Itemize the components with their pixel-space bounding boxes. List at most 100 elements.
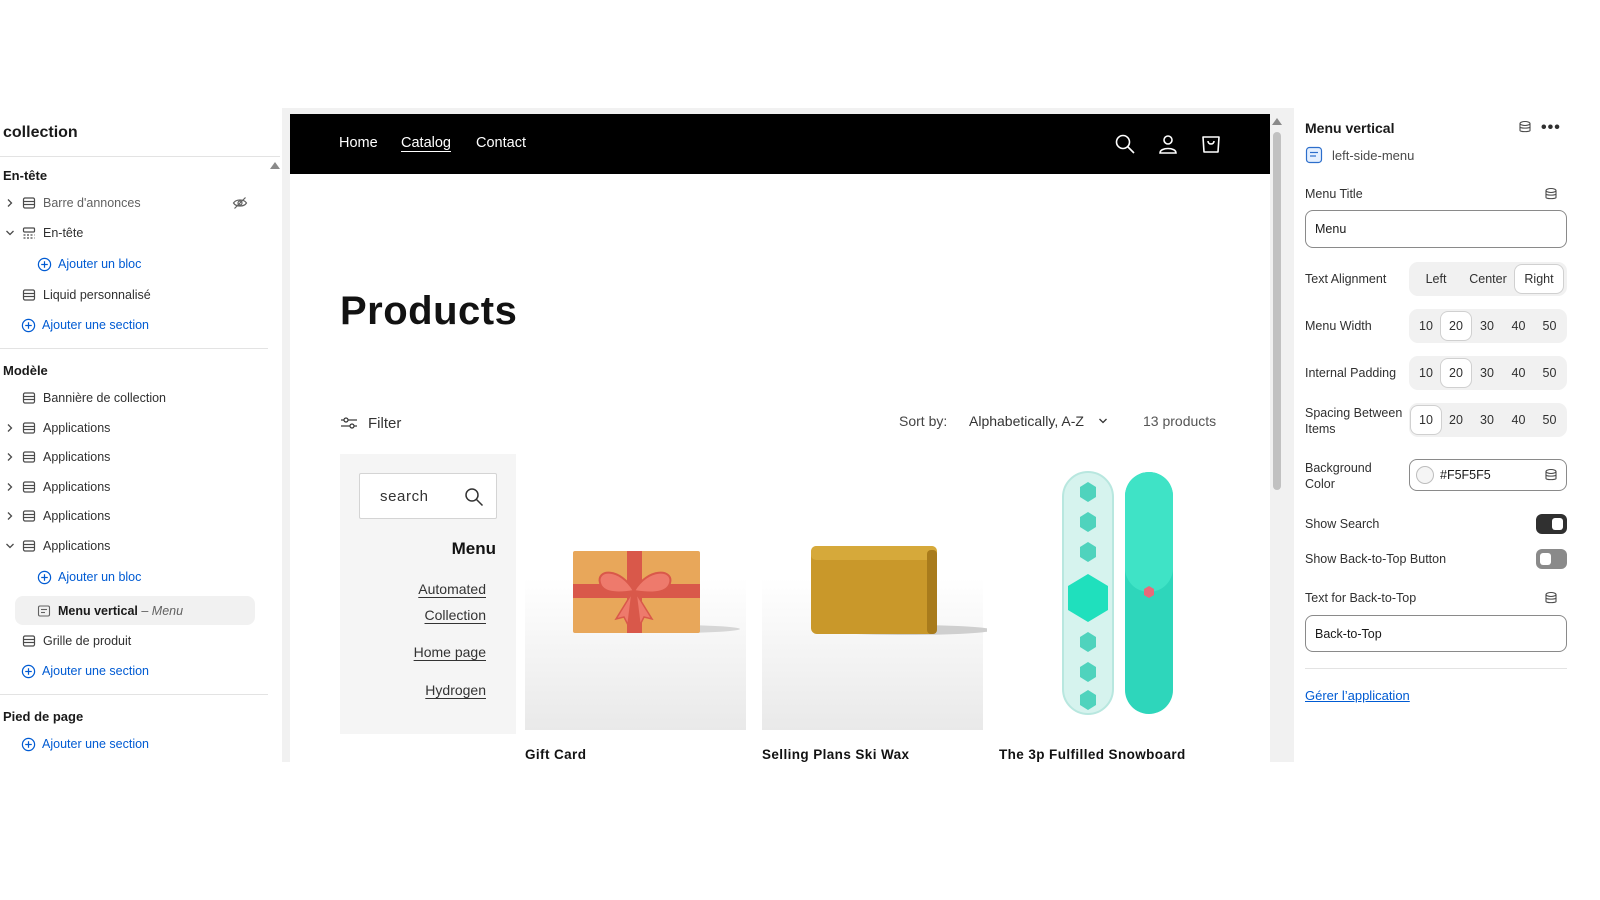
block-settings-panel: Menu vertical ••• left-side-menu Menu Ti… <box>1294 110 1600 762</box>
menu-title: Menu <box>451 539 496 558</box>
toggle-knob <box>1540 553 1551 565</box>
section-label: En-tête <box>43 226 84 240</box>
align-left-option[interactable]: Left <box>1411 265 1461 293</box>
product-card-ski-wax[interactable] <box>762 454 987 730</box>
search-icon[interactable] <box>464 487 484 507</box>
add-block-button[interactable]: Ajouter un bloc <box>0 564 270 590</box>
width-option[interactable]: 30 <box>1471 312 1503 340</box>
section-apps[interactable]: Applications <box>0 503 270 529</box>
dynamic-source-icon[interactable] <box>1518 120 1532 134</box>
section-collection-banner[interactable]: Bannière de collection <box>0 385 270 411</box>
bg-color-picker[interactable]: #F5F5F5 <box>1409 459 1567 491</box>
internal-padding-label: Internal Padding <box>1305 366 1397 380</box>
menu-search-input[interactable]: search <box>359 473 497 519</box>
sort-label: Sort by: <box>899 413 948 429</box>
spacing-option[interactable]: 40 <box>1503 406 1534 434</box>
section-product-grid[interactable]: Grille de produit <box>0 628 270 654</box>
chevron-down-icon[interactable] <box>5 541 15 551</box>
menu-link-home-page[interactable]: Home page <box>414 639 486 665</box>
spacing-option[interactable]: 10 <box>1411 406 1441 434</box>
add-section-button[interactable]: Ajouter une section <box>0 731 270 757</box>
dynamic-source-icon[interactable] <box>1544 187 1558 201</box>
scroll-up-icon[interactable] <box>1272 118 1282 125</box>
padding-option[interactable]: 20 <box>1441 359 1471 387</box>
add-block-button[interactable]: Ajouter un bloc <box>0 251 270 277</box>
search-icon[interactable] <box>1114 133 1136 155</box>
nav-link-home[interactable]: Home <box>339 135 378 151</box>
plus-circle-icon <box>37 570 52 584</box>
chevron-down-icon[interactable] <box>5 228 15 238</box>
section-apps[interactable]: Applications <box>0 444 270 470</box>
sort-select[interactable]: Alphabetically, A-Z <box>969 413 1084 429</box>
chevron-right-icon[interactable] <box>5 482 15 492</box>
dynamic-source-icon[interactable] <box>1544 468 1558 482</box>
nav-link-catalog[interactable]: Catalog <box>401 135 451 151</box>
chevron-right-icon[interactable] <box>5 511 15 521</box>
spacing-label: Spacing Between Items <box>1305 406 1403 436</box>
filter-button[interactable]: Filter <box>340 414 401 432</box>
padding-option[interactable]: 50 <box>1534 359 1565 387</box>
color-swatch[interactable] <box>1416 466 1434 484</box>
section-apps-expanded[interactable]: Applications <box>0 533 270 559</box>
align-center-option[interactable]: Center <box>1461 265 1515 293</box>
section-label: Grille de produit <box>43 634 132 648</box>
spacing-option[interactable]: 20 <box>1441 406 1471 434</box>
more-options-icon[interactable]: ••• <box>1541 119 1561 137</box>
align-right-option[interactable]: Right <box>1515 265 1563 293</box>
section-custom-liquid[interactable]: Liquid personnalisé <box>0 282 270 308</box>
menu-title-field[interactable]: Menu <box>1305 210 1567 248</box>
show-search-toggle[interactable] <box>1536 514 1567 534</box>
text-alignment-label: Text Alignment <box>1305 272 1387 286</box>
add-section-button[interactable]: Ajouter une section <box>0 658 270 684</box>
chevron-right-icon[interactable] <box>5 198 15 208</box>
cart-icon[interactable] <box>1200 133 1222 155</box>
settings-title: Menu vertical <box>1305 120 1395 136</box>
toggle-knob <box>1552 518 1563 530</box>
menu-link-automated-collection[interactable]: Automated Collection <box>366 576 486 628</box>
width-option[interactable]: 50 <box>1534 312 1565 340</box>
app-source: left-side-menu <box>1305 146 1414 164</box>
section-label: Applications <box>43 421 111 435</box>
width-option[interactable]: 40 <box>1503 312 1534 340</box>
preview-scrollbar[interactable] <box>1273 132 1281 490</box>
dynamic-source-icon[interactable] <box>1544 591 1558 605</box>
menu-link-hydrogen[interactable]: Hydrogen <box>425 677 486 703</box>
account-icon[interactable] <box>1157 133 1179 155</box>
nav-link-contact[interactable]: Contact <box>476 135 526 151</box>
add-label: Ajouter une section <box>42 318 150 332</box>
spacing-option[interactable]: 30 <box>1471 406 1503 434</box>
section-header[interactable]: En-tête <box>0 220 270 246</box>
section-announcement-bar[interactable]: Barre d'annonces <box>0 190 270 216</box>
padding-option[interactable]: 30 <box>1471 359 1503 387</box>
product-title[interactable]: The 3p Fulfilled Snowboard <box>999 747 1186 762</box>
section-apps[interactable]: Applications <box>0 474 270 500</box>
product-title[interactable]: Selling Plans Ski Wax <box>762 747 909 762</box>
section-icon <box>22 451 36 463</box>
width-option[interactable]: 10 <box>1411 312 1441 340</box>
block-menu-vertical[interactable]: Menu vertical – Menu <box>15 596 255 625</box>
spacing-option[interactable]: 50 <box>1534 406 1565 434</box>
padding-option[interactable]: 10 <box>1411 359 1441 387</box>
block-sublabel: – Menu <box>141 603 184 618</box>
show-back-to-top-toggle[interactable] <box>1536 549 1567 569</box>
width-option[interactable]: 20 <box>1441 312 1471 340</box>
chevron-right-icon[interactable] <box>5 423 15 433</box>
back-to-top-text-field[interactable]: Back-to-Top <box>1305 615 1567 652</box>
product-card-gift-card[interactable] <box>525 454 746 730</box>
scroll-up-icon[interactable] <box>270 162 280 169</box>
app-block-icon <box>37 604 51 617</box>
show-back-to-top-label: Show Back-to-Top Button <box>1305 552 1447 566</box>
manage-app-link[interactable]: Gérer l’application <box>1305 688 1410 703</box>
product-title[interactable]: Gift Card <box>525 747 586 762</box>
eye-hidden-icon[interactable] <box>232 195 248 211</box>
chevron-down-icon[interactable] <box>1098 416 1108 426</box>
add-section-button[interactable]: Ajouter une section <box>0 312 270 338</box>
plus-circle-icon <box>21 318 36 332</box>
product-card-snowboard[interactable] <box>999 454 1220 730</box>
spacing-segmented: 10 20 30 40 50 <box>1409 403 1567 437</box>
chevron-right-icon[interactable] <box>5 452 15 462</box>
padding-option[interactable]: 40 <box>1503 359 1534 387</box>
section-icon <box>22 510 36 522</box>
section-apps[interactable]: Applications <box>0 415 270 441</box>
add-label: Ajouter une section <box>42 737 150 751</box>
